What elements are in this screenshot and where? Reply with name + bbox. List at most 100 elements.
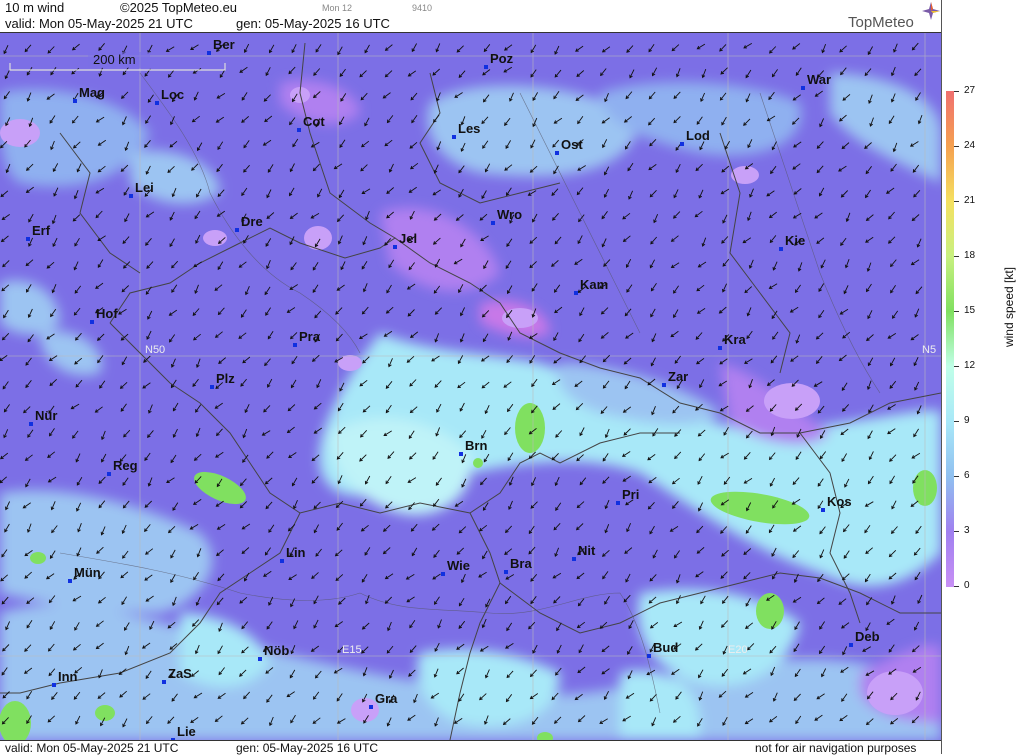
city-label: Reg xyxy=(113,458,138,473)
city-marker xyxy=(441,572,445,576)
wind-map-canvas: N50 N5 E15 E20 200 km Ber Poz War Mag Loc Cot… xyxy=(0,33,941,740)
city-label: Pri xyxy=(622,487,639,502)
city-marker xyxy=(235,228,239,232)
legend-tick-mark xyxy=(954,91,959,92)
legend-tick-21: 21 xyxy=(964,195,976,206)
city-label: Kie xyxy=(785,233,805,248)
wind-speed-colorbar xyxy=(946,91,954,587)
wind-map[interactable]: N50 N5 E15 E20 200 km Ber Poz War Mag Loc Cot… xyxy=(0,33,941,740)
city-label: Brn xyxy=(465,438,487,453)
city-marker xyxy=(484,65,488,69)
city-marker xyxy=(393,245,397,249)
city-marker xyxy=(297,128,301,132)
legend-tick-9: 9 xyxy=(964,415,970,426)
city-marker xyxy=(572,557,576,561)
map-header: 10 m wind ©2025 TopMeteo.eu Mon 12 9410 … xyxy=(0,0,941,33)
legend-tick-mark xyxy=(954,476,959,477)
city-marker xyxy=(718,346,722,350)
city-marker xyxy=(73,99,77,103)
legend-tick-mark xyxy=(954,531,959,532)
compass-star-icon xyxy=(922,2,940,20)
copyright-text: ©2025 TopMeteo.eu xyxy=(120,0,238,15)
grid-label-e20: E20 xyxy=(728,644,748,656)
city-label: Lie xyxy=(177,724,196,739)
city-marker xyxy=(26,237,30,241)
legend-tick-mark xyxy=(954,366,959,367)
city-marker xyxy=(849,643,853,647)
faint-day: Mon 12 xyxy=(322,3,353,13)
legend-tick-18: 18 xyxy=(964,250,976,261)
city-marker xyxy=(452,135,456,139)
grid-label-n50: N50 xyxy=(145,344,165,356)
legend-unit: wind speed [kt] xyxy=(994,250,1016,370)
city-label: Jel xyxy=(399,231,417,246)
city-label: Kam xyxy=(580,277,608,292)
legend-tick-mark xyxy=(954,146,959,147)
city-marker xyxy=(801,86,805,90)
city-label: Kos xyxy=(827,494,852,509)
legend-tick-mark xyxy=(954,201,959,202)
city-marker xyxy=(779,247,783,251)
city-label: Nür xyxy=(35,408,57,423)
city-label: Wro xyxy=(497,207,522,222)
legend-tick-15: 15 xyxy=(964,305,976,316)
city-label: Mag xyxy=(79,85,105,100)
scale-bar-label: 200 km xyxy=(93,52,136,67)
city-marker xyxy=(29,422,33,426)
city-label: Ost xyxy=(561,137,583,152)
city-label: Plz xyxy=(216,371,235,386)
city-label: Loc xyxy=(161,87,184,102)
city-label: Poz xyxy=(490,51,514,66)
city-label: ZaS xyxy=(168,666,192,681)
city-marker xyxy=(280,559,284,563)
city-label: Nöb xyxy=(264,643,289,658)
city-label: Nit xyxy=(578,543,596,558)
city-marker xyxy=(129,194,133,198)
legend-tick-0: 0 xyxy=(964,580,970,591)
faint-code: 9410 xyxy=(412,3,433,13)
city-marker xyxy=(647,654,651,658)
city-marker xyxy=(821,508,825,512)
legend-tick-mark xyxy=(954,256,959,257)
city-label: Kra xyxy=(724,332,746,347)
legend-tick-3: 3 xyxy=(964,525,970,536)
grid-label-n5: N5 xyxy=(922,344,936,356)
city-marker xyxy=(68,579,72,583)
city-label: Lod xyxy=(686,128,710,143)
city-marker xyxy=(155,101,159,105)
city-label: Les xyxy=(458,121,480,136)
legend-unit-label: wind speed [kt] xyxy=(1002,266,1016,348)
city-label: Dre xyxy=(241,214,263,229)
city-marker xyxy=(90,320,94,324)
city-label: Hof xyxy=(96,306,118,321)
city-label: War xyxy=(807,72,831,87)
city-label: Bud xyxy=(653,640,678,655)
footer-valid-time: valid: Mon 05-May-2025 21 UTC xyxy=(5,741,179,755)
legend-tick-12: 12 xyxy=(964,360,976,371)
legend-panel: 27 24 21 18 15 12 9 6 3 0 wind speed [kt] xyxy=(941,0,1033,754)
map-title: 10 m wind xyxy=(5,0,65,15)
grid-label-e15: E15 xyxy=(342,644,362,656)
city-marker xyxy=(162,680,166,684)
city-label: Pra xyxy=(299,329,321,344)
city-label: Wie xyxy=(447,558,470,573)
city-label: Erf xyxy=(32,223,51,238)
city-marker xyxy=(662,383,666,387)
city-marker xyxy=(616,501,620,505)
map-footer: valid: Mon 05-May-2025 21 UTC gen: 05-Ma… xyxy=(0,740,941,755)
city-marker xyxy=(491,221,495,225)
city-marker xyxy=(52,683,56,687)
city-marker xyxy=(555,151,559,155)
city-marker xyxy=(504,570,508,574)
city-label: Lin xyxy=(286,545,306,560)
city-marker xyxy=(680,142,684,146)
city-label: Zar xyxy=(668,369,688,384)
city-marker xyxy=(369,705,373,709)
city-label: Gra xyxy=(375,691,398,706)
legend-tick-6: 6 xyxy=(964,470,970,481)
legend-tick-mark xyxy=(954,421,959,422)
city-marker xyxy=(574,291,578,295)
topmeteo-logo[interactable]: TopMeteo xyxy=(848,14,914,31)
legend-tick-mark xyxy=(954,311,959,312)
city-marker xyxy=(210,385,214,389)
